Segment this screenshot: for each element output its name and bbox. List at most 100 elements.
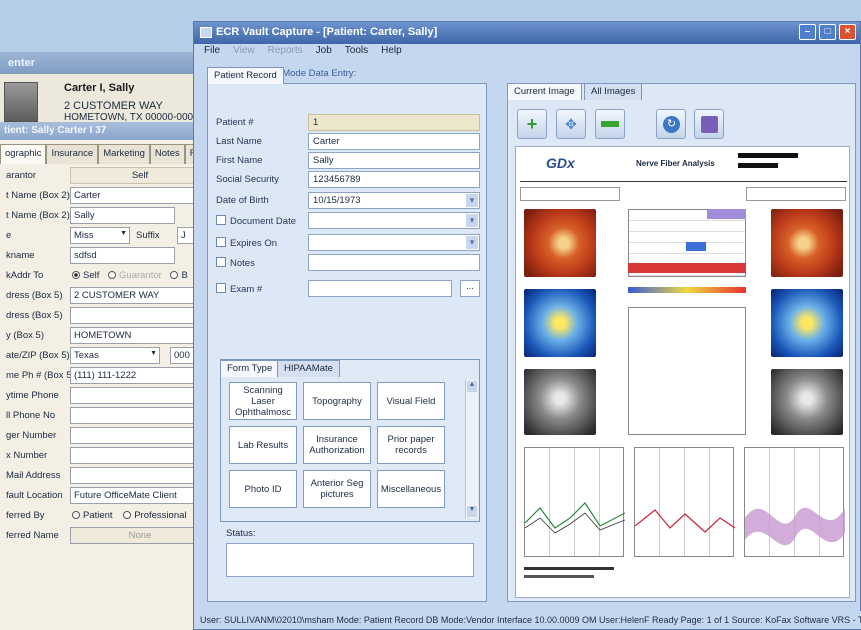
radio-professional[interactable]: [123, 511, 132, 519]
maximize-icon[interactable]: □: [819, 24, 836, 40]
menu-tools[interactable]: Tools: [345, 45, 368, 60]
expires-on-checkbox[interactable]: Expires On: [216, 237, 277, 249]
menu-view[interactable]: View: [233, 45, 255, 60]
tab-all-images[interactable]: All Images: [584, 83, 643, 100]
report-footer-line: [524, 575, 594, 578]
tsnit-curve-left: [524, 502, 626, 534]
plus-icon: +: [526, 114, 538, 134]
form-btn-insurance-auth[interactable]: Insurance Authorization: [303, 426, 371, 464]
bg-fax-field[interactable]: [70, 447, 209, 464]
bg-title-select[interactable]: Miss: [70, 227, 130, 244]
bg-label: dress (Box 5): [6, 290, 63, 301]
form-btn-topography[interactable]: Topography: [303, 382, 371, 420]
form-btn-slo[interactable]: Scanning Laser Ophthalmosc: [229, 382, 297, 420]
bg-row: me Ph # (Box 5) (111) 111-1222: [0, 366, 209, 386]
document-date-checkbox[interactable]: Document Date: [216, 215, 296, 227]
window-title: ECR Vault Capture - [Patient: Carter, Sa…: [216, 26, 438, 38]
bg-city-field[interactable]: HOMETOWN: [70, 327, 209, 344]
first-name-field[interactable]: Sally: [308, 152, 480, 169]
report-info-box: [746, 187, 846, 201]
tab-hipaamate[interactable]: HIPAAMate: [277, 360, 340, 377]
form-btn-visual-field[interactable]: Visual Field: [377, 382, 445, 420]
radio-self[interactable]: [72, 271, 80, 279]
bg-pager-field[interactable]: [70, 427, 209, 444]
status-panel: Status:: [220, 526, 480, 584]
bg-cell-phone-field[interactable]: [70, 407, 209, 424]
redacted-bar: [738, 153, 798, 158]
menu-reports[interactable]: Reports: [268, 45, 303, 60]
form-btn-anterior-seg[interactable]: Anterior Seg pictures: [303, 470, 371, 508]
form-btn-lab-results[interactable]: Lab Results: [229, 426, 297, 464]
scroll-up-icon[interactable]: ▲: [467, 381, 477, 392]
close-icon[interactable]: ×: [839, 24, 856, 40]
dob-field[interactable]: 10/15/1973: [308, 192, 480, 209]
radio-guarantor[interactable]: [108, 271, 117, 279]
bg-home-phone-field[interactable]: (111) 111-1222: [70, 367, 209, 384]
notes-checkbox[interactable]: Notes: [216, 257, 255, 269]
bg-address1-field[interactable]: 2 CUSTOMER WAY: [70, 287, 209, 304]
check-row: Notes: [216, 254, 480, 272]
bg-label: e: [6, 230, 12, 241]
save-button[interactable]: [694, 109, 724, 139]
bg-label: ferred Name: [6, 530, 59, 541]
checkbox-icon: [216, 215, 226, 225]
zoom-in-button[interactable]: +: [517, 109, 547, 139]
rotate-button[interactable]: ↻: [656, 109, 686, 139]
form-btn-miscellaneous[interactable]: Miscellaneous: [377, 470, 445, 508]
form-btn-photo-id[interactable]: Photo ID: [229, 470, 297, 508]
comments-box: [628, 307, 746, 435]
tab-form-type[interactable]: Form Type: [220, 360, 280, 377]
minimize-icon[interactable]: –: [799, 24, 816, 40]
document-date-field[interactable]: [308, 212, 480, 229]
field-label: Social Security: [216, 174, 279, 185]
bg-default-location-field[interactable]: Future OfficeMate Client: [70, 487, 209, 504]
ssn-field[interactable]: 123456789: [308, 171, 480, 188]
bg-label: arantor: [6, 170, 37, 181]
fit-button[interactable]: ✥: [556, 109, 586, 139]
menu-help[interactable]: Help: [381, 45, 402, 60]
left-eye-deviation-map: [524, 369, 596, 435]
form-btn-prior-records[interactable]: Prior paper records: [377, 426, 445, 464]
move-icon: ✥: [565, 116, 577, 132]
tab-patient-record[interactable]: Patient Record: [207, 67, 284, 84]
bg-address2-field[interactable]: [70, 307, 209, 324]
table-alert-cell: [628, 263, 746, 273]
radio-other[interactable]: [170, 271, 179, 279]
tab-current-image[interactable]: Current Image: [507, 83, 582, 100]
exam-browse-button[interactable]: ...: [460, 280, 480, 297]
bg-nickname-field[interactable]: sdfsd: [70, 247, 175, 264]
bg-row: kAddr To Self Guarantor B: [0, 266, 209, 286]
field-label: First Name: [216, 155, 263, 166]
last-name-field[interactable]: Carter: [308, 133, 480, 150]
bg-first-name-field[interactable]: Sally: [70, 207, 175, 224]
scroll-down-icon[interactable]: ▼: [467, 506, 477, 517]
form-scrollbar[interactable]: ▲ ▼: [465, 380, 478, 518]
bg-referred-name-field[interactable]: None: [70, 527, 209, 544]
ecr-vault-capture-window: ECR Vault Capture - [Patient: Carter, Sa…: [193, 21, 861, 630]
bg-tab-demographic[interactable]: ographic: [0, 144, 47, 164]
field-row: Date of Birth 10/15/1973: [216, 192, 480, 210]
bg-email-field[interactable]: [70, 467, 209, 484]
bg-row: ger Number: [0, 426, 209, 446]
status-field[interactable]: [226, 543, 474, 577]
exam-checkbox[interactable]: Exam #: [216, 283, 262, 295]
bg-daytime-phone-field[interactable]: [70, 387, 209, 404]
bg-tab-insurance[interactable]: Insurance: [46, 144, 99, 164]
bg-tab-marketing[interactable]: Marketing: [98, 144, 150, 164]
bg-row: dress (Box 5): [0, 306, 209, 326]
bg-mail-to-radios: Self Guarantor B: [72, 270, 188, 281]
expires-on-field[interactable]: [308, 234, 480, 251]
bg-last-name-field[interactable]: Carter: [70, 187, 209, 204]
exam-field[interactable]: [308, 280, 452, 297]
checkbox-icon: [216, 237, 226, 247]
status-label: Status:: [226, 528, 256, 539]
check-row: Expires On: [216, 234, 480, 252]
menu-file[interactable]: File: [204, 45, 220, 60]
notes-field[interactable]: [308, 254, 480, 271]
scanned-report-image[interactable]: GDx Nerve Fiber Analysis: [515, 146, 850, 598]
menu-job[interactable]: Job: [316, 45, 332, 60]
bg-tab-notes[interactable]: Notes: [149, 144, 185, 164]
radio-patient[interactable]: [72, 511, 80, 519]
zoom-out-button[interactable]: [595, 109, 625, 139]
bg-state-select[interactable]: Texas: [70, 347, 160, 364]
